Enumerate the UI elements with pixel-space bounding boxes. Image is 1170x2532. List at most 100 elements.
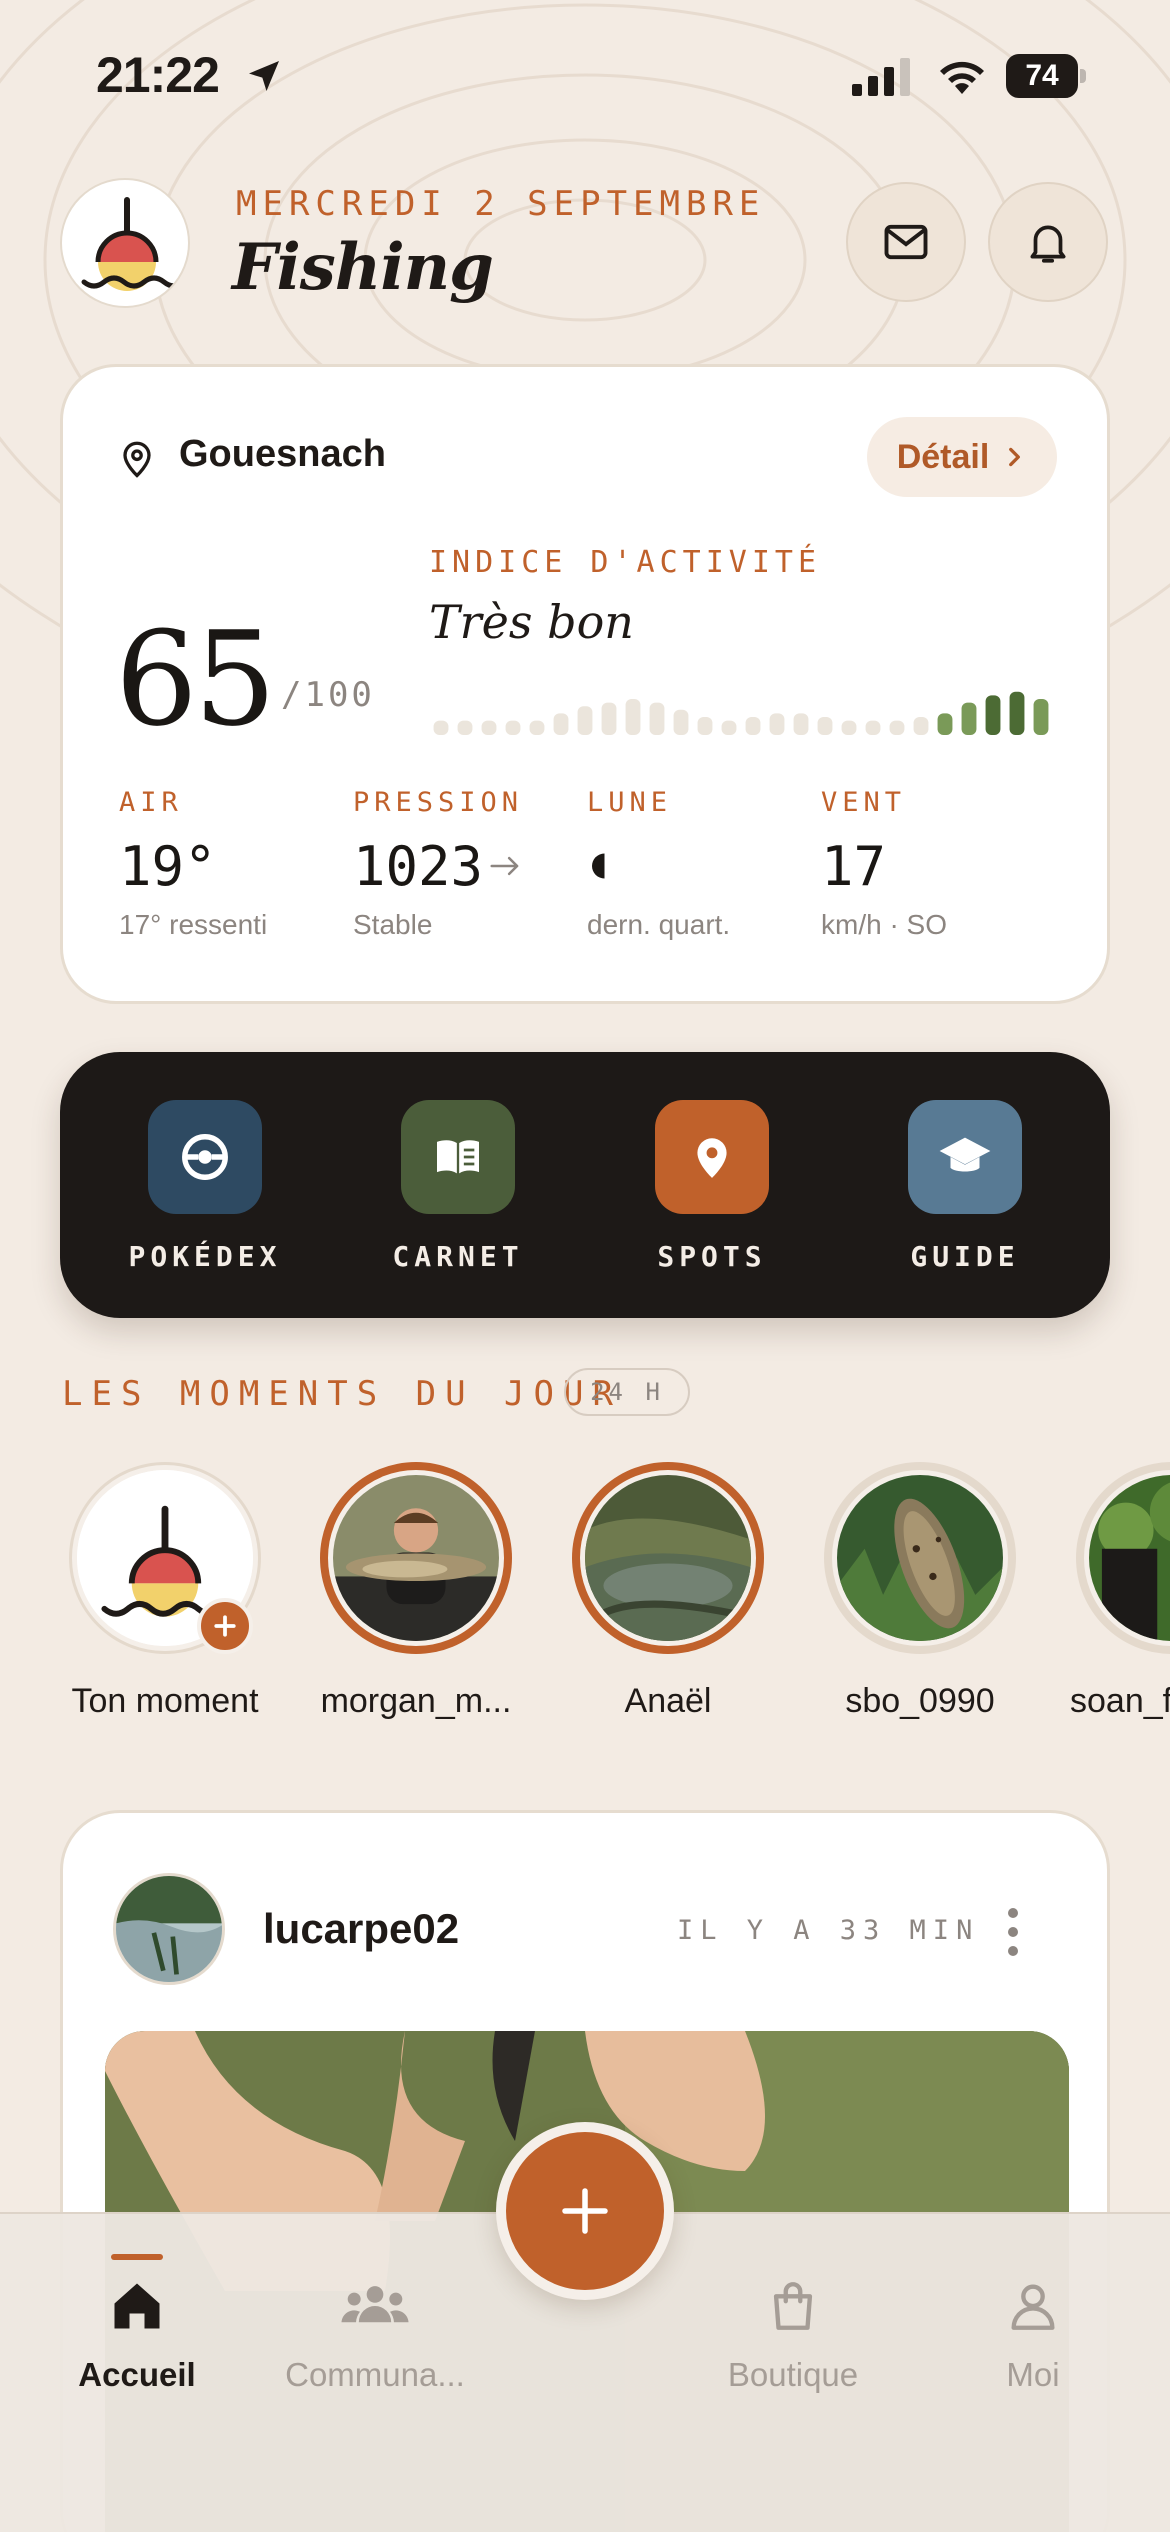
stat-moon-label: LUNE — [587, 787, 673, 818]
activity-bar — [817, 717, 833, 735]
stat-air-label: AIR — [119, 787, 183, 818]
fishing-bobber-icon — [81, 197, 187, 291]
tab-label: Accueil — [78, 2356, 196, 2393]
activity-bar — [433, 720, 449, 735]
activity-bar — [577, 706, 593, 735]
stat-moon: LUNE dern. quart. — [587, 787, 807, 941]
story-soan[interactable]: soan_f — [1062, 1462, 1170, 1721]
quick-guide[interactable]: GUIDE — [865, 1100, 1065, 1280]
post-user-avatar[interactable] — [113, 1873, 225, 1985]
battery-icon: 74 — [1006, 54, 1086, 98]
activity-bar — [673, 709, 689, 735]
stat-wind: VENT 17 km/h · SO — [821, 787, 1041, 941]
tab-moi[interactable]: Moi — [918, 2254, 1148, 2414]
story-own[interactable]: Ton moment — [55, 1462, 275, 1721]
detail-button[interactable]: Détail — [867, 417, 1057, 497]
stat-wind-value: 17 — [821, 834, 887, 898]
activity-bar — [961, 702, 977, 735]
stat-pressure-value: 1023 — [353, 834, 484, 898]
profile-avatar[interactable] — [60, 178, 190, 308]
story-name: Anaël — [624, 1682, 712, 1720]
story-photo — [328, 1470, 504, 1646]
stat-air-sub: 17° ressenti — [119, 909, 268, 940]
pokeball-icon — [148, 1100, 262, 1214]
activity-bar — [601, 702, 617, 735]
book-icon — [401, 1100, 515, 1214]
story-name: soan_f — [1070, 1682, 1170, 1720]
status-time: 21:22 — [96, 47, 220, 103]
story-anael[interactable]: Anaël — [558, 1462, 778, 1721]
stat-moon-sub: dern. quart. — [587, 909, 731, 940]
more-dot-icon — [1008, 1946, 1018, 1956]
story-morgan[interactable]: morgan_m... — [306, 1462, 526, 1721]
tab-boutique[interactable]: Boutique — [678, 2254, 908, 2414]
tab-label: Moi — [1006, 2356, 1060, 2393]
stat-air-value: 19° — [119, 834, 217, 898]
post-username[interactable]: lucarpe02 — [263, 1905, 459, 1953]
graduation-cap-icon — [908, 1100, 1022, 1214]
location-arrow-icon — [249, 61, 279, 91]
more-dot-icon — [1008, 1908, 1018, 1918]
tab-accueil[interactable]: Accueil — [22, 2254, 252, 2414]
activity-bar — [721, 720, 737, 735]
active-tab-indicator — [111, 2254, 163, 2260]
story-name: sbo_0990 — [845, 1682, 995, 1720]
stat-air: AIR 19° 17° ressenti — [119, 787, 339, 941]
quick-pokedex[interactable]: POKÉDEX — [105, 1100, 305, 1280]
activity-bar — [1009, 691, 1025, 735]
location-name: Gouesnach — [179, 433, 386, 475]
story-sbo[interactable]: sbo_0990 — [810, 1462, 1030, 1721]
tab-communaute[interactable]: Communa... — [260, 2254, 490, 2414]
stat-pressure-label: PRESSION — [353, 787, 524, 818]
tab-label: Communa... — [285, 2356, 465, 2393]
quick-spots[interactable]: SPOTS — [612, 1100, 812, 1280]
post-time: IL Y A 33 MIN — [677, 1915, 980, 1946]
activity-bar — [985, 695, 1001, 735]
quick-spots-label: SPOTS — [657, 1240, 767, 1273]
activity-score: 65 — [115, 603, 276, 755]
activity-bar — [553, 713, 569, 735]
moments-title: LES MOMENTS DU JOUR — [62, 1374, 622, 1414]
quick-access-bar: POKÉDEX CARNET SPOTS GUIDE — [60, 1052, 1110, 1318]
shopping-bag-icon — [678, 2274, 908, 2338]
quick-pokedex-label: POKÉDEX — [128, 1240, 282, 1273]
location-pin-icon — [655, 1100, 769, 1214]
activity-bar — [1033, 699, 1049, 735]
add-story-button[interactable] — [197, 1598, 253, 1654]
app-title: Fishing — [232, 230, 494, 305]
story-name: Ton moment — [71, 1682, 259, 1720]
activity-bar — [889, 720, 905, 735]
community-icon — [260, 2274, 490, 2338]
activity-bar — [769, 713, 785, 735]
moon-last-quarter-icon — [592, 853, 605, 879]
activity-index-value: Très bon — [429, 595, 634, 649]
create-post-button[interactable] — [496, 2122, 674, 2300]
activity-bar — [529, 720, 545, 735]
messages-button[interactable] — [846, 182, 966, 302]
notifications-button[interactable] — [988, 182, 1108, 302]
header: MERCREDI 2 SEPTEMBRE Fishing — [0, 170, 1170, 320]
arrow-right-icon — [490, 856, 519, 876]
quick-carnet[interactable]: CARNET — [358, 1100, 558, 1280]
fishing-conditions-card: Gouesnach Détail 65 /100 INDICE D'ACTIVI… — [60, 364, 1110, 1004]
detail-button-label: Détail — [896, 437, 990, 476]
stat-pressure: PRESSION 1023 Stable — [353, 787, 573, 941]
bell-icon — [1030, 225, 1066, 263]
mail-icon — [884, 224, 928, 260]
activity-score-max: /100 — [281, 675, 375, 715]
story-photo — [832, 1470, 1008, 1646]
wifi-icon — [940, 61, 984, 94]
activity-bar — [793, 713, 809, 735]
header-date: MERCREDI 2 SEPTEMBRE — [236, 184, 766, 224]
activity-bar — [649, 702, 665, 735]
activity-bar — [481, 720, 497, 735]
activity-bar — [937, 713, 953, 735]
activity-bar — [841, 720, 857, 735]
activity-bar — [457, 720, 473, 735]
activity-bar — [745, 717, 761, 735]
activity-bar — [625, 699, 641, 735]
tab-label: Boutique — [727, 2356, 859, 2393]
activity-bar — [865, 720, 881, 735]
post-more-button[interactable] — [993, 1897, 1033, 1967]
quick-carnet-label: CARNET — [392, 1240, 524, 1273]
